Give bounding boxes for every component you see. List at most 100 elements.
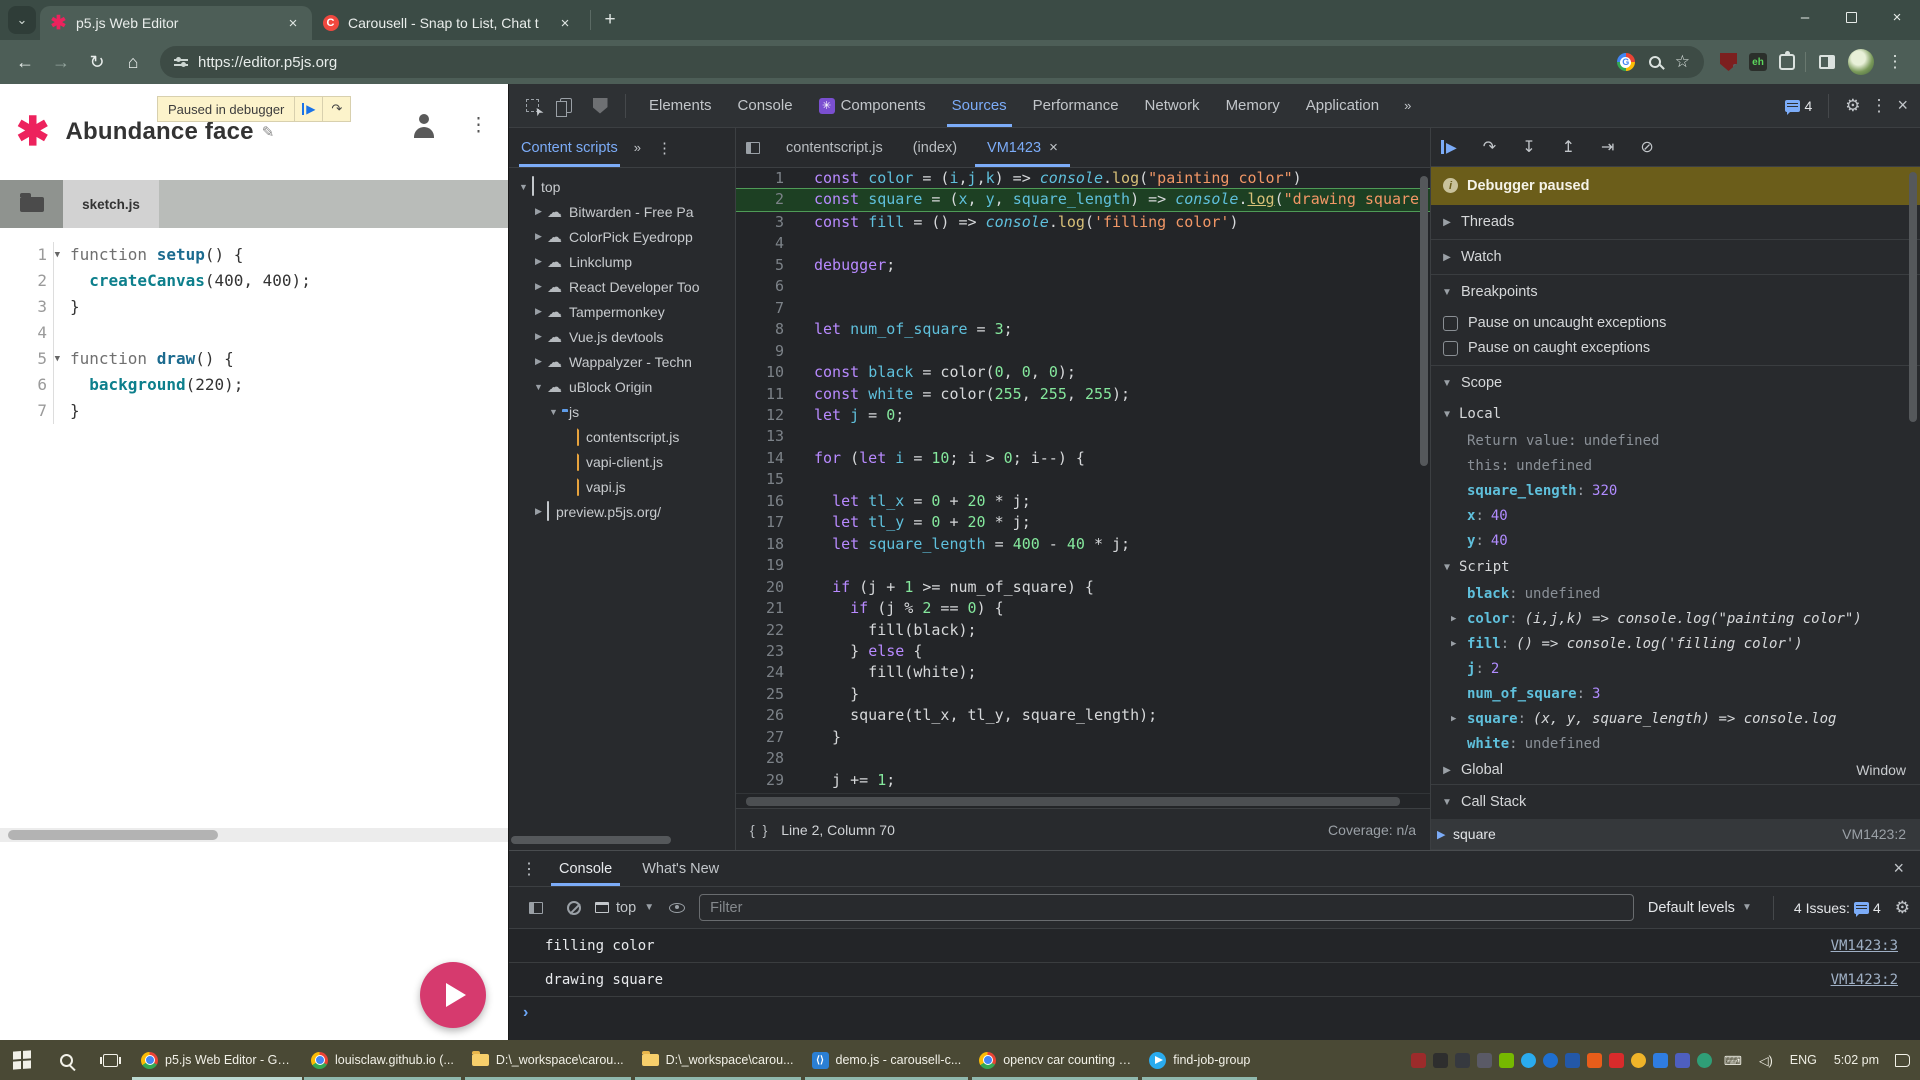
scope-variable[interactable]: ▶square:(x, y, square_length) => console…: [1431, 706, 1920, 731]
scope-variable[interactable]: black:undefined: [1431, 581, 1920, 606]
source-code-editor[interactable]: 1const color = (i,j,k) => console.log("p…: [736, 168, 1430, 793]
message-source-link[interactable]: VM1423:3: [1831, 938, 1898, 954]
devtools-tab-application[interactable]: Application: [1293, 84, 1392, 127]
inspect-element-icon[interactable]: [517, 91, 547, 121]
chevron-right-icon[interactable]: ▶: [1451, 714, 1467, 724]
code-line[interactable]: 19: [736, 555, 1430, 576]
drawer-tab-console[interactable]: Console: [545, 851, 626, 886]
scope-variable[interactable]: ▶fill:() => console.log('filling color'): [1431, 631, 1920, 656]
clear-console-icon[interactable]: [567, 901, 581, 915]
file-tab-index[interactable]: (index): [899, 128, 971, 167]
side-panel-icon[interactable]: [1812, 47, 1842, 77]
scrollbar-thumb[interactable]: [746, 797, 1400, 806]
tree-item[interactable]: contentscript.js: [509, 424, 735, 449]
taskbar-search-icon[interactable]: [44, 1040, 88, 1080]
line-number[interactable]: 23: [736, 641, 798, 662]
code-line[interactable]: 23 } else {: [736, 641, 1430, 662]
scope-variable[interactable]: y:40: [1431, 528, 1920, 553]
notification-center-icon[interactable]: [1895, 1054, 1910, 1067]
tree-item[interactable]: ▼js: [509, 399, 735, 424]
console-settings-icon[interactable]: ⚙: [1895, 898, 1910, 918]
line-number[interactable]: 27: [736, 727, 798, 748]
defender-icon[interactable]: [1697, 1053, 1712, 1068]
code-line[interactable]: 26 square(tl_x, tl_y, square_length);: [736, 705, 1430, 726]
start-button[interactable]: [0, 1040, 44, 1080]
onedrive-icon[interactable]: [1565, 1053, 1580, 1068]
tab-close-icon[interactable]: ×: [556, 14, 574, 32]
close-drawer-icon[interactable]: ×: [1893, 858, 1914, 879]
devtools-settings-icon[interactable]: ⚙: [1845, 96, 1860, 116]
code-line[interactable]: 4: [736, 233, 1430, 254]
pause-uncaught-row[interactable]: Pause on uncaught exceptions: [1431, 309, 1920, 337]
pretty-print-icon[interactable]: { }: [750, 822, 769, 838]
code-line[interactable]: 24 fill(white);: [736, 662, 1430, 683]
editor-horizontal-scrollbar[interactable]: [736, 793, 1430, 808]
keyboard-icon[interactable]: ⌨: [1719, 1053, 1747, 1068]
code-line[interactable]: 12let j = 0;: [736, 405, 1430, 426]
edit-project-name-icon[interactable]: ✎: [262, 123, 275, 141]
message-source-link[interactable]: VM1423:2: [1831, 972, 1898, 988]
tree-item[interactable]: ▼☁uBlock Origin: [509, 374, 735, 399]
code-line[interactable]: 17 let tl_y = 0 + 20 * j;: [736, 512, 1430, 533]
code-line[interactable]: 5▼function draw() {: [0, 346, 508, 372]
taskbar-app[interactable]: louisclaw.github.io (...: [302, 1040, 463, 1080]
code-line[interactable]: 13: [736, 426, 1430, 447]
code-line[interactable]: 22 fill(black);: [736, 620, 1430, 641]
file-tab-contentscript[interactable]: contentscript.js: [772, 128, 897, 167]
tree-item[interactable]: ▶☁ColorPick Eyedropp: [509, 224, 735, 249]
line-number[interactable]: 4: [736, 233, 798, 254]
code-line[interactable]: 4: [0, 320, 508, 346]
breakpoints-section[interactable]: ▼ Breakpoints: [1431, 275, 1920, 309]
code-line[interactable]: 6: [736, 276, 1430, 297]
code-line[interactable]: 7}: [0, 398, 508, 424]
code-line[interactable]: 14for (let i = 10; i > 0; i--) {: [736, 448, 1430, 469]
line-number[interactable]: 25: [736, 684, 798, 705]
tree-item[interactable]: ▶☁Bitwarden - Free Pa: [509, 199, 735, 224]
line-number[interactable]: 3: [736, 212, 798, 233]
sketch-js-tab[interactable]: sketch.js: [63, 180, 159, 228]
line-number[interactable]: 18: [736, 534, 798, 555]
drawer-menu-icon[interactable]: ⋮: [515, 859, 543, 879]
line-number[interactable]: 6: [736, 276, 798, 297]
tree-item[interactable]: ▶preview.p5js.org/: [509, 499, 735, 524]
watch-section[interactable]: ▶ Watch: [1431, 240, 1920, 274]
extensions-puzzle-icon[interactable]: [1779, 54, 1795, 70]
execution-line[interactable]: 2const square = (x, y, square_length) =>…: [736, 188, 1430, 211]
scope-variable[interactable]: num_of_square:3: [1431, 681, 1920, 706]
console-filter-input[interactable]: [699, 894, 1634, 921]
chrome-tray-icon[interactable]: [1631, 1053, 1646, 1068]
sketch-folder-button[interactable]: [0, 180, 63, 228]
fold-marker-icon[interactable]: ▼: [55, 346, 60, 372]
step-out-button[interactable]: ↥: [1562, 137, 1575, 157]
line-number[interactable]: 15: [736, 469, 798, 490]
zoom-icon[interactable]: [1649, 56, 1661, 68]
devtools-tab-sources[interactable]: Sources: [939, 84, 1020, 127]
code-line[interactable]: 18 let square_length = 400 - 40 * j;: [736, 534, 1430, 555]
line-number[interactable]: 21: [736, 598, 798, 619]
taskbar-app[interactable]: D:\_workspace\carou...: [463, 1040, 633, 1080]
call-stack-frame[interactable]: ▶ square VM1423:2: [1431, 819, 1920, 849]
code-line[interactable]: 28: [736, 748, 1430, 769]
obs-icon[interactable]: [1477, 1053, 1492, 1068]
tree-item[interactable]: ▶☁Linkclump: [509, 249, 735, 274]
editor-vertical-scrollbar[interactable]: [1418, 168, 1430, 793]
home-button[interactable]: ⌂: [118, 47, 148, 77]
threads-section[interactable]: ▶ Threads: [1431, 205, 1920, 239]
line-number[interactable]: 11: [736, 384, 798, 405]
run-sketch-button[interactable]: [420, 962, 486, 1028]
tab-close-icon[interactable]: ×: [284, 14, 302, 32]
code-line[interactable]: 29 j += 1;: [736, 770, 1430, 791]
browser-menu-icon[interactable]: ⋮: [1880, 47, 1910, 77]
p5-menu-icon[interactable]: ⋮: [469, 114, 488, 137]
code-line[interactable]: 8let num_of_square = 3;: [736, 319, 1430, 340]
line-number[interactable]: 16: [736, 491, 798, 512]
line-number[interactable]: 29: [736, 770, 798, 791]
console-message[interactable]: filling colorVM1423:3: [509, 929, 1920, 963]
more-panes-icon[interactable]: »: [626, 140, 649, 155]
taskbar-app[interactable]: find-job-group: [1140, 1040, 1259, 1080]
line-number[interactable]: 24: [736, 662, 798, 683]
resume-script-button[interactable]: ▶: [294, 97, 322, 121]
file-tab-vm1423[interactable]: VM1423 ×: [973, 128, 1072, 167]
scope-global-header[interactable]: ▶ Global Window: [1431, 756, 1920, 784]
checkbox[interactable]: [1443, 341, 1458, 356]
